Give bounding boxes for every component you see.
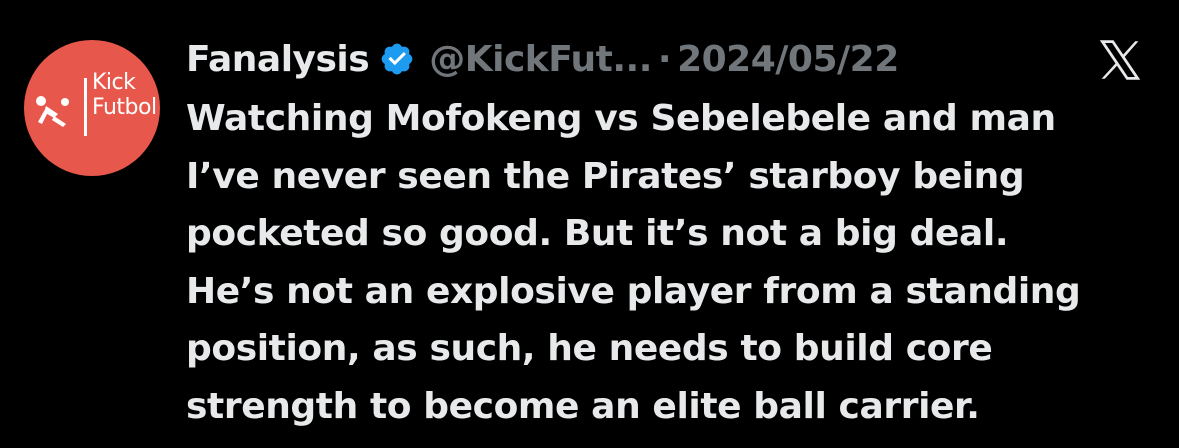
brand-logo-text: Kick Futbol <box>92 70 157 120</box>
separator-dot: · <box>657 38 672 80</box>
brand-line-2: Futbol <box>92 95 157 120</box>
x-logo-icon[interactable] <box>1096 36 1144 84</box>
brand-divider <box>84 78 87 136</box>
tweet-line: Watching Mofokeng vs Sebelebele and man <box>186 98 1056 139</box>
tweet-line: He’s not an explosive player from a stan… <box>186 270 1081 312</box>
avatar[interactable]: Kick Futbol <box>24 40 160 176</box>
tweet-line: strength to become an elite ball carrier… <box>186 385 980 427</box>
post-date[interactable]: 2024/05/22 <box>677 39 899 80</box>
tweet-line: I’ve never seen the Pirates’ starboy bei… <box>186 155 1025 197</box>
tweet-header: Fanalysis @KickFut... · 2024/05/22 <box>186 30 899 88</box>
tweet-line: position, as such, he needs to build cor… <box>186 328 993 369</box>
tweet-line: pocketed so good. But it’s not a big dea… <box>186 213 1009 254</box>
brand-line-1: Kick <box>92 70 136 95</box>
tweet-text: Watching Mofokeng vs Sebelebele and man … <box>186 90 1156 435</box>
footballer-icon <box>36 96 69 127</box>
verified-badge-icon[interactable] <box>379 41 415 77</box>
display-name[interactable]: Fanalysis <box>186 39 370 80</box>
user-handle[interactable]: @KickFut... <box>429 39 652 80</box>
tweet-card: Kick Futbol Fanalysis @KickFut... · 2024… <box>0 0 1179 448</box>
